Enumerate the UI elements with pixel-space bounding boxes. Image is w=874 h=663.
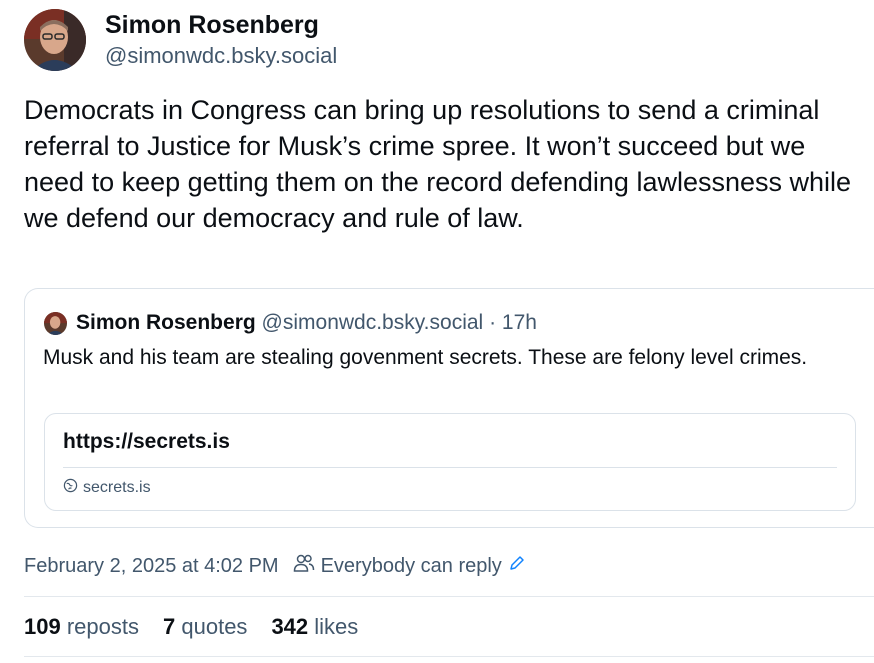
- quotes-label: quotes: [181, 614, 248, 639]
- quoted-author-avatar[interactable]: [44, 312, 67, 335]
- quoted-post[interactable]: Simon Rosenberg @simonwdc.bsky.social · …: [24, 288, 874, 528]
- reply-setting-label: Everybody can reply: [320, 554, 502, 577]
- link-card-divider: [63, 467, 837, 468]
- reply-setting[interactable]: Everybody can reply: [293, 553, 526, 579]
- globe-icon: [63, 478, 78, 498]
- link-domain: secrets.is: [83, 479, 151, 496]
- likes-stat[interactable]: 342 likes: [271, 614, 358, 640]
- stats-top-divider: [24, 596, 874, 597]
- quotes-count: 7: [163, 614, 176, 639]
- likes-count: 342: [271, 614, 309, 639]
- quotes-stat[interactable]: 7 quotes: [163, 614, 247, 640]
- author-handle[interactable]: @simonwdc.bsky.social: [105, 43, 337, 69]
- reposts-stat[interactable]: 109 reposts: [24, 614, 139, 640]
- reposts-label: reposts: [66, 614, 139, 639]
- post-meta-row: February 2, 2025 at 4:02 PM Everybody ca…: [24, 553, 526, 579]
- likes-label: likes: [314, 614, 359, 639]
- engagement-stats: 109 reposts 7 quotes 342 likes: [24, 614, 382, 640]
- meta-separator: ·: [489, 311, 497, 334]
- quoted-author-name[interactable]: Simon Rosenberg: [76, 311, 256, 334]
- post-text: Democrats in Congress can bring up resol…: [24, 95, 852, 233]
- link-preview-card[interactable]: https://secrets.is secrets.is: [44, 413, 856, 511]
- people-icon: [293, 553, 315, 579]
- link-domain-row: secrets.is: [63, 478, 151, 498]
- pencil-icon[interactable]: [508, 554, 526, 578]
- quoted-author-handle[interactable]: @simonwdc.bsky.social: [262, 311, 484, 334]
- author-avatar[interactable]: [24, 9, 86, 71]
- link-url[interactable]: https://secrets.is: [63, 430, 230, 454]
- quoted-post-header: Simon Rosenberg @simonwdc.bsky.social · …: [76, 311, 537, 335]
- quoted-post-time[interactable]: 17h: [502, 311, 537, 334]
- author-name[interactable]: Simon Rosenberg: [105, 11, 319, 40]
- post-timestamp[interactable]: February 2, 2025 at 4:02 PM: [24, 555, 279, 578]
- stats-bottom-divider: [24, 656, 874, 657]
- quoted-post-text: Musk and his team are stealing govenment…: [43, 346, 808, 369]
- reposts-count: 109: [24, 614, 61, 639]
